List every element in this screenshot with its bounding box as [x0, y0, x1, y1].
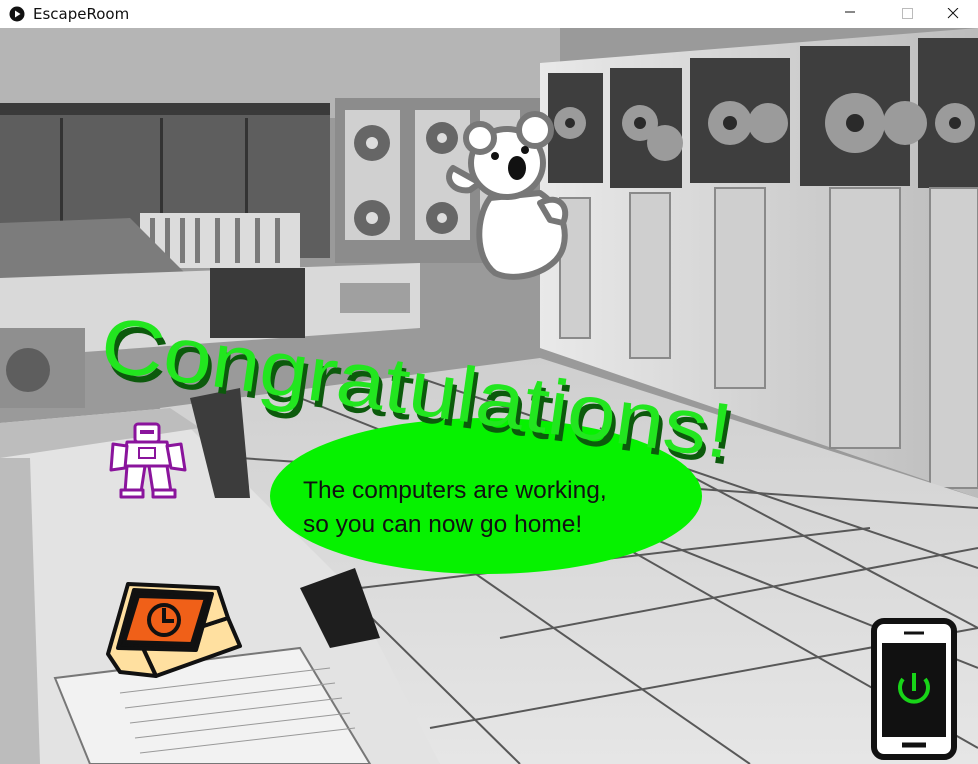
message-line-1: The computers are working, [303, 477, 607, 504]
robot-icon[interactable] [105, 420, 193, 500]
maximize-button[interactable] [884, 0, 930, 28]
game-scene: Congratulations! Congratulations! The co… [0, 28, 978, 764]
close-icon [947, 8, 959, 19]
maximize-icon [902, 8, 913, 19]
close-button[interactable] [930, 0, 976, 28]
play-icon [9, 6, 25, 22]
app-title: EscapeRoom [33, 5, 130, 23]
phone-power-icon[interactable] [870, 617, 958, 761]
book-icon[interactable] [100, 576, 245, 681]
minimize-icon [845, 11, 855, 13]
koala-icon[interactable] [435, 108, 575, 288]
minimize-button[interactable] [827, 0, 873, 28]
message-line-2: so you can now go home! [303, 511, 583, 538]
title-bar: EscapeRoom [0, 0, 978, 28]
message-text: The computers are working, so you can no… [303, 474, 693, 542]
